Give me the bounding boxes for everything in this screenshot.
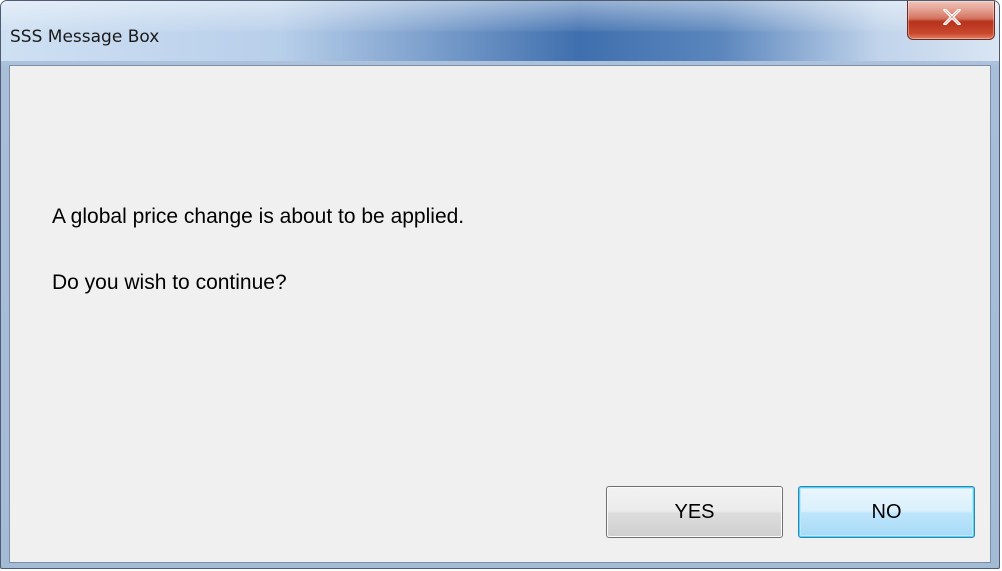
title-bar[interactable]: SSS Message Box <box>1 1 999 61</box>
window-title: SSS Message Box <box>10 27 160 47</box>
message-line-1: A global price change is about to be app… <box>52 205 465 228</box>
close-button[interactable] <box>907 1 995 40</box>
no-button[interactable]: NO <box>798 486 975 538</box>
message-line-2: Do you wish to continue? <box>52 271 287 294</box>
yes-button[interactable]: YES <box>606 486 783 538</box>
message-box-window: SSS Message Box A global price change is… <box>0 0 1000 569</box>
close-icon <box>943 9 961 25</box>
dialog-content: A global price change is about to be app… <box>9 65 991 563</box>
